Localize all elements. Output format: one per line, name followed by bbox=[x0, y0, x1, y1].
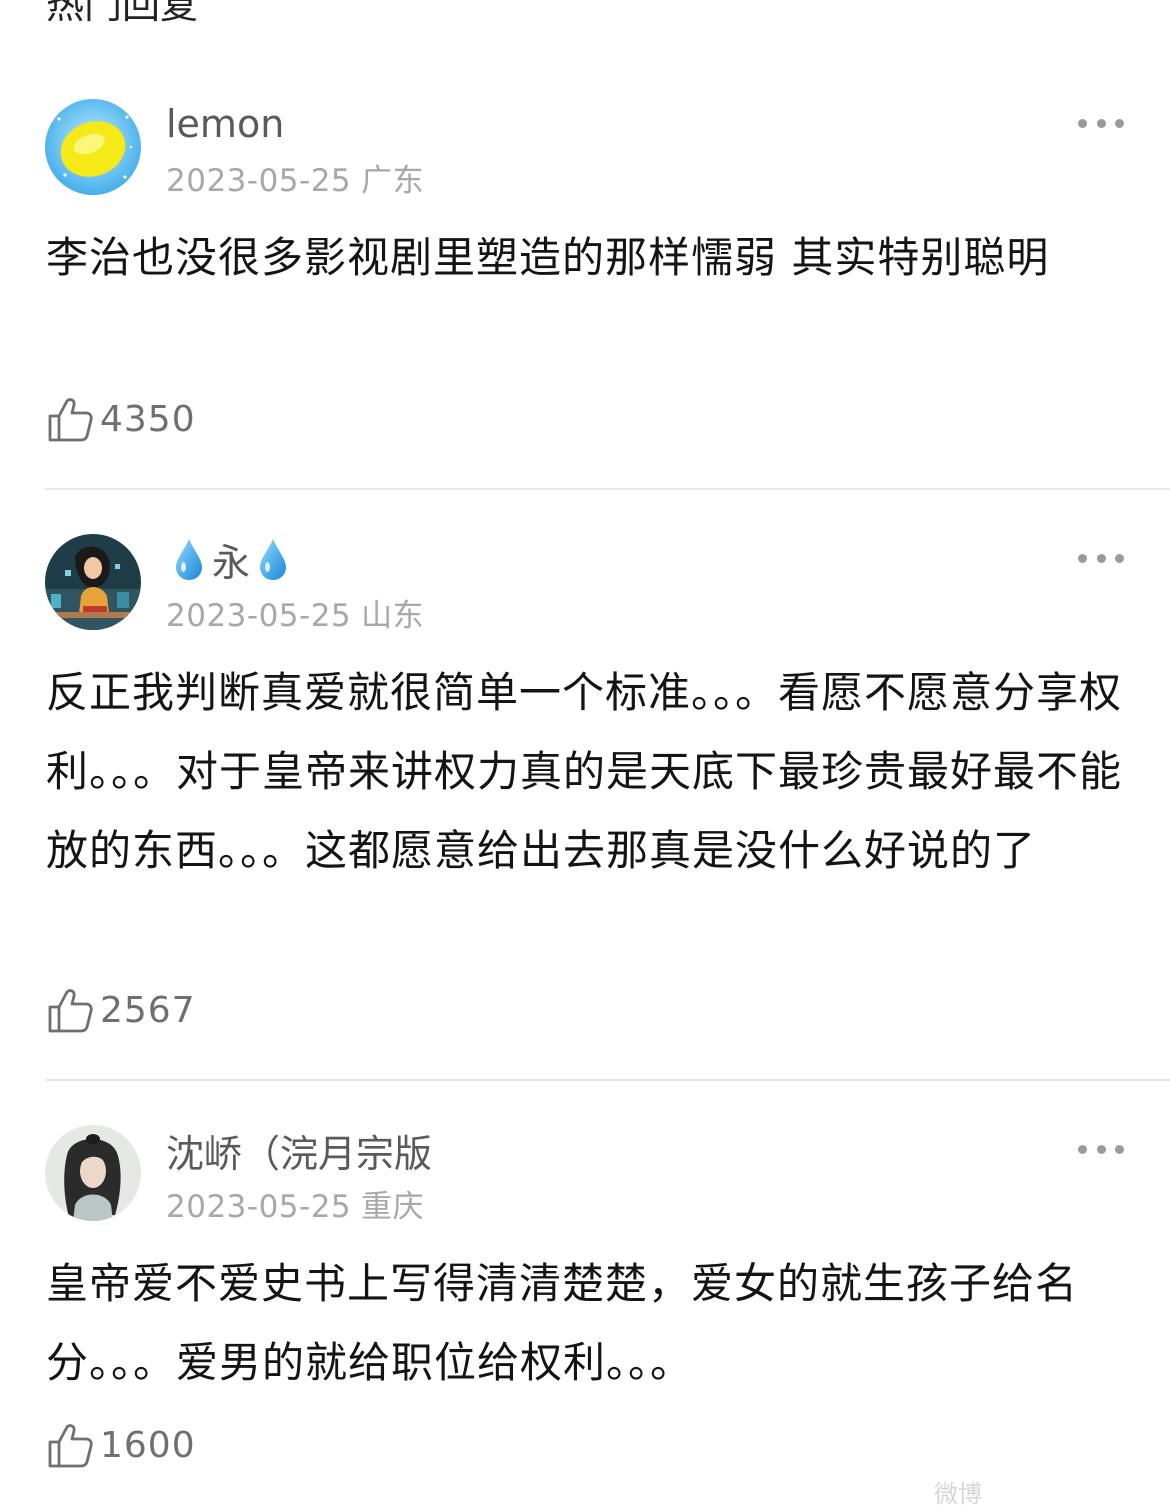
thumbs-up-icon bbox=[48, 989, 93, 1033]
comment-text: 皇帝爱不爱史书上写得清清楚楚，爱女的就生孩子给名分。。。爱男的就给职位给权利。。… bbox=[46, 1259, 1079, 1387]
avatar[interactable] bbox=[45, 534, 141, 630]
avatar[interactable] bbox=[45, 99, 141, 195]
like-count: 1600 bbox=[100, 1424, 196, 1466]
section-header-fragment: 热门回复 bbox=[46, 0, 199, 27]
comment-date: 2023-05-25 bbox=[166, 163, 352, 199]
username[interactable]: 沈峤（浣月宗版 bbox=[166, 1125, 432, 1176]
lemon-avatar-icon bbox=[45, 99, 141, 195]
more-options-icon[interactable] bbox=[1078, 1143, 1124, 1155]
comment-meta: 2023-05-25 重庆 bbox=[166, 1181, 424, 1226]
droplet-icon bbox=[176, 539, 202, 580]
like-count: 2567 bbox=[100, 989, 196, 1031]
like-count: 4350 bbox=[100, 398, 196, 440]
comment-date: 2023-05-25 bbox=[166, 598, 352, 634]
divider bbox=[45, 488, 1170, 490]
woman-avatar-icon bbox=[45, 534, 141, 630]
comment-text: 反正我判断真爱就很简单一个标准。。。看愿不愿意分享权利。。。对于皇帝来讲权力真的… bbox=[46, 668, 1123, 875]
like-button[interactable]: 1600 bbox=[46, 1420, 196, 1470]
droplet-icon bbox=[260, 539, 287, 580]
like-button[interactable]: 2567 bbox=[46, 985, 196, 1035]
username-label: 永 bbox=[212, 540, 251, 585]
username[interactable]: lemon bbox=[166, 99, 284, 149]
comment-location: 山东 bbox=[361, 598, 425, 634]
thumbs-up-icon bbox=[48, 398, 93, 442]
comment-meta: 2023-05-25 广东 bbox=[166, 155, 424, 200]
more-options-icon[interactable] bbox=[1078, 117, 1124, 129]
divider bbox=[45, 1079, 1170, 1081]
comment-date: 2023-05-25 bbox=[166, 1189, 352, 1225]
watermark: 微博 bbox=[934, 1480, 982, 1508]
thumbs-up-icon bbox=[48, 1424, 93, 1468]
comment-meta: 2023-05-25 山东 bbox=[166, 590, 424, 635]
more-options-icon[interactable] bbox=[1078, 552, 1124, 564]
username[interactable]: 永 bbox=[166, 534, 296, 585]
comment-text: 李治也没很多影视剧里塑造的那样懦弱 其实特别聪明 bbox=[46, 233, 1050, 282]
avatar[interactable] bbox=[45, 1125, 141, 1221]
comment-location: 重庆 bbox=[361, 1189, 425, 1225]
like-button[interactable]: 4350 bbox=[46, 394, 196, 444]
ancient-man-avatar-icon bbox=[45, 1125, 141, 1221]
comment-location: 广东 bbox=[361, 163, 425, 199]
